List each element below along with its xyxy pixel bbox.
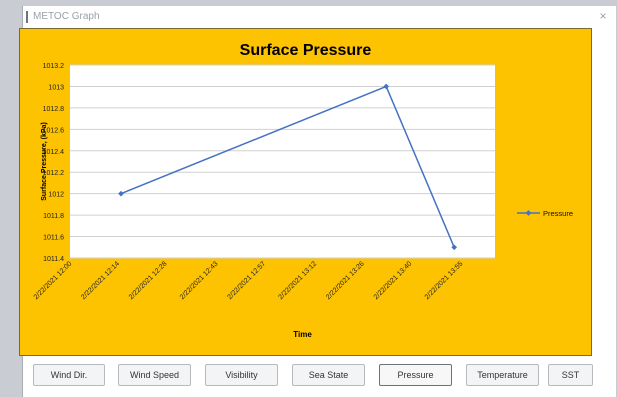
y-tick-label: 1012 [48,192,64,199]
window-title: METOC Graph [33,11,100,22]
x-tick-label: 2/22/2021 12:43 [179,260,220,301]
wind-dir-button[interactable]: Wind Dir. [33,364,105,386]
sea-state-button[interactable]: Sea State [292,364,365,386]
y-tick-label: 1013.2 [43,63,65,70]
y-tick-label: 1011.4 [43,256,64,263]
y-tick-label: 1011.8 [43,213,64,220]
sst-button[interactable]: SST [548,364,593,386]
surface-pressure-chart: 1013.210131012.81012.61012.41012.2101210… [33,63,573,339]
x-axis-title: Time [293,330,312,339]
visibility-button[interactable]: Visibility [205,364,278,386]
x-tick-label: 2/22/2021 13:55 [424,260,465,301]
x-tick-label: 2/22/2021 12:57 [226,260,267,301]
chart-area: Surface Pressure 1013.2 1013 1012.8 1012.6 1… [19,28,592,356]
x-tick-label: 2/22/2021 12:14 [80,260,121,301]
legend-marker [525,210,532,216]
pressure-button[interactable]: Pressure [379,364,452,386]
title-bar: METOC Graph × [23,6,616,28]
x-tick-label: 2/22/2021 13:12 [277,260,318,301]
y-tick-label: 1011.6 [43,235,64,242]
app-icon [26,11,28,23]
y-tick-label: 1013 [48,84,64,91]
x-tick-label: 2/22/2021 12:00 [33,260,74,301]
close-icon[interactable]: × [596,9,610,23]
x-tick-label: 2/22/2021 13:26 [325,260,366,301]
y-tick-label: 1012.8 [43,106,65,113]
wind-speed-button[interactable]: Wind Speed [118,364,191,386]
x-tick-label: 2/22/2021 13:40 [373,260,414,301]
y-axis-title: Surface Pressure, (kPa) [41,122,48,201]
temperature-button[interactable]: Temperature [466,364,539,386]
graph-selector-bar: Wind Dir. Wind Speed Visibility Sea Stat… [33,364,593,388]
x-tick-label: 2/22/2021 12:28 [128,260,169,301]
legend-label: Pressure [543,209,573,218]
plot-area [70,65,495,258]
